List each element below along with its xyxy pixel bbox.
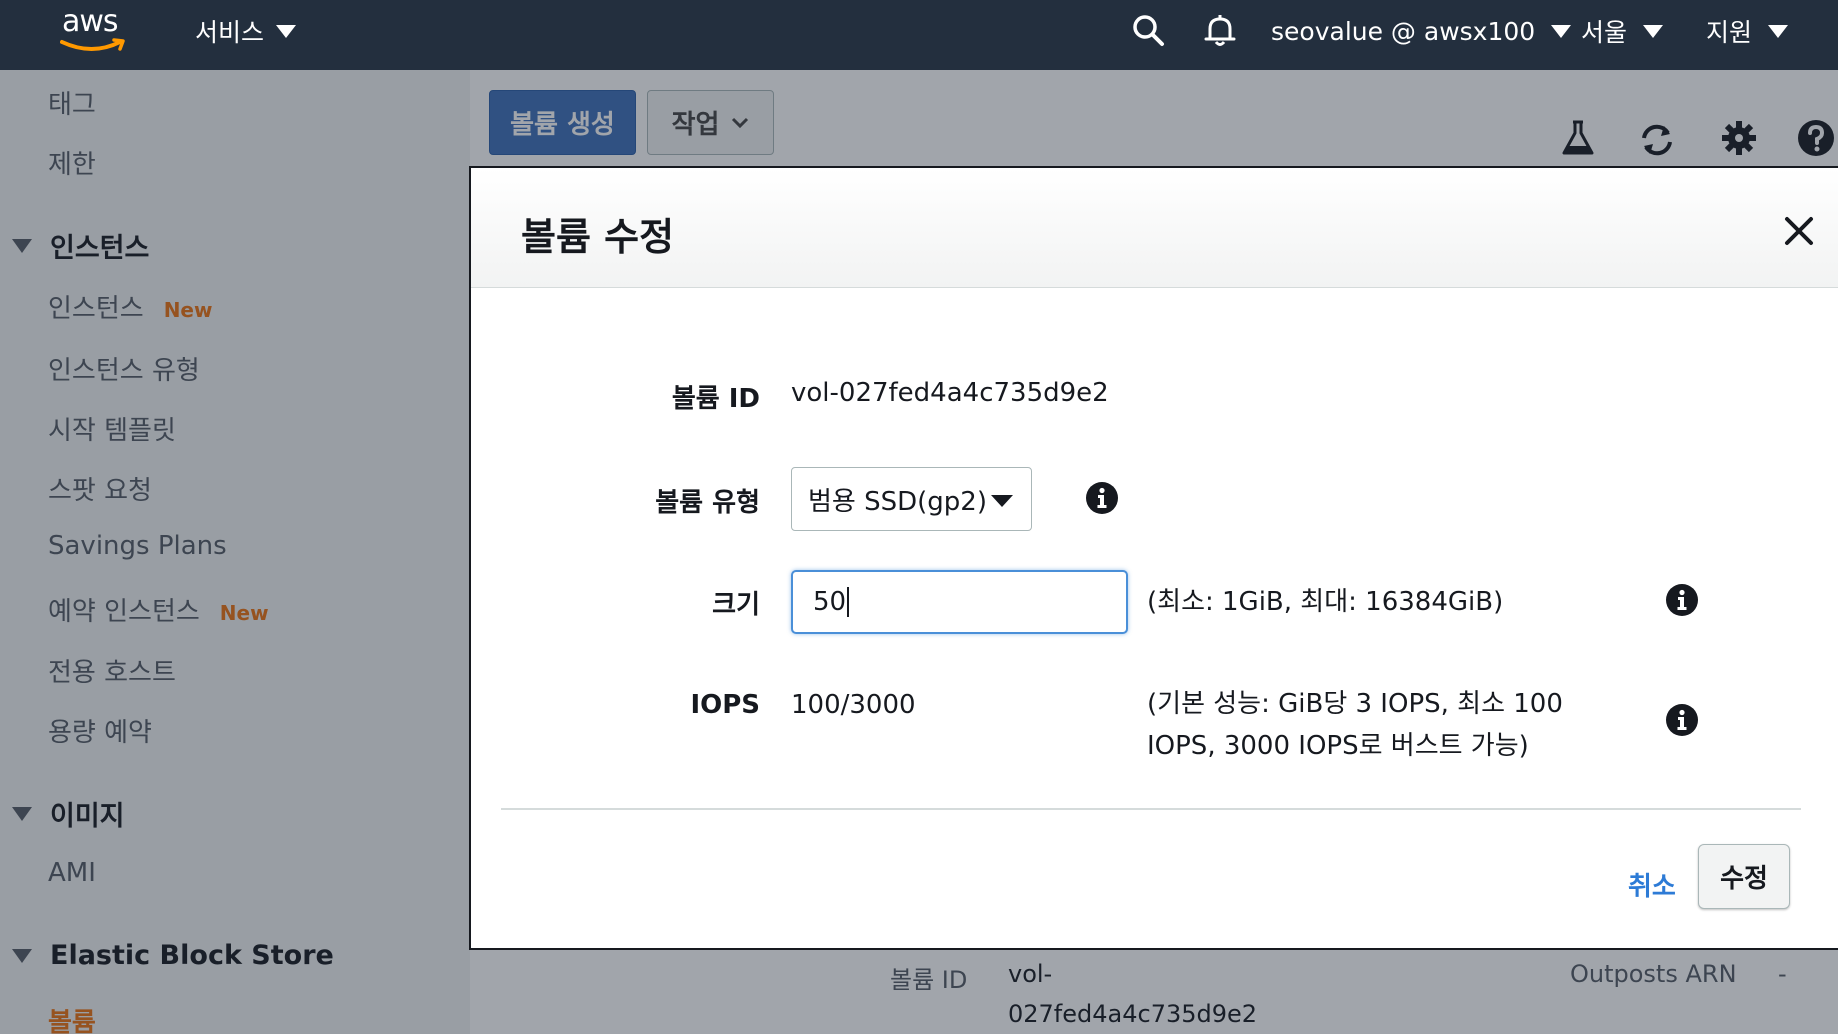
aws-logo[interactable]: aws — [58, 4, 134, 54]
caret-down-icon — [1643, 24, 1664, 38]
iops-label: IOPS — [690, 690, 760, 720]
volume-id-label: 볼륨 ID — [671, 384, 760, 414]
volume-id-value: vol-027fed4a4c735d9e2 — [791, 378, 1109, 408]
caret-down-icon — [1768, 24, 1789, 38]
top-nav: aws 서비스 seovalue @ awsx100 서울 지원 — [0, 0, 1838, 70]
iops-hint: (기본 성능: GiB당 3 IOPS, 최소 100 IOPS, 3000 I… — [1147, 683, 1563, 767]
text-cursor — [847, 587, 850, 617]
aws-logo-text: aws — [62, 4, 119, 39]
iops-hint-line2: IOPS, 3000 IOPS로 버스트 가능) — [1147, 731, 1529, 761]
size-input-value: 50 — [813, 587, 847, 617]
info-icon[interactable] — [1665, 703, 1699, 737]
search-icon[interactable] — [1130, 12, 1166, 48]
iops-hint-line1: (기본 성능: GiB당 3 IOPS, 최소 100 — [1147, 689, 1563, 719]
support-menu[interactable]: 지원 — [1706, 14, 1789, 48]
services-menu[interactable]: 서비스 — [195, 14, 297, 48]
volume-type-select[interactable]: 범용 SSD(gp2) — [791, 467, 1032, 531]
caret-down-icon — [991, 495, 1013, 507]
region-menu[interactable]: 서울 — [1581, 14, 1664, 48]
modify-submit-button[interactable]: 수정 — [1698, 844, 1790, 909]
caret-down-icon — [276, 24, 297, 38]
info-icon[interactable] — [1665, 583, 1699, 617]
bell-icon[interactable] — [1202, 12, 1238, 48]
cancel-button[interactable]: 취소 — [1628, 866, 1676, 903]
size-input[interactable]: 50 — [791, 570, 1128, 634]
support-label: 지원 — [1706, 18, 1753, 47]
close-icon[interactable] — [1782, 214, 1816, 248]
aws-smile-icon — [60, 38, 125, 51]
services-label: 서비스 — [195, 18, 265, 47]
modify-volume-dialog: 볼륨 수정 볼륨 ID vol-027fed4a4c735d9e2 볼륨 유형 … — [469, 166, 1838, 950]
iops-value: 100/3000 — [791, 690, 916, 720]
dialog-header: 볼륨 수정 — [471, 168, 1838, 288]
account-menu[interactable]: seovalue @ awsx100 — [1271, 14, 1572, 48]
dialog-title: 볼륨 수정 — [521, 215, 675, 259]
region-label: 서울 — [1581, 18, 1628, 47]
size-label: 크기 — [712, 590, 760, 620]
caret-down-icon — [1551, 24, 1572, 38]
size-hint: (최소: 1GiB, 최대: 16384GiB) — [1147, 587, 1504, 617]
account-label: seovalue @ awsx100 — [1271, 16, 1536, 46]
dialog-divider — [501, 808, 1801, 810]
volume-type-selected: 범용 SSD(gp2) — [808, 486, 987, 517]
volume-type-label: 볼륨 유형 — [655, 488, 760, 518]
info-icon[interactable] — [1085, 481, 1119, 515]
